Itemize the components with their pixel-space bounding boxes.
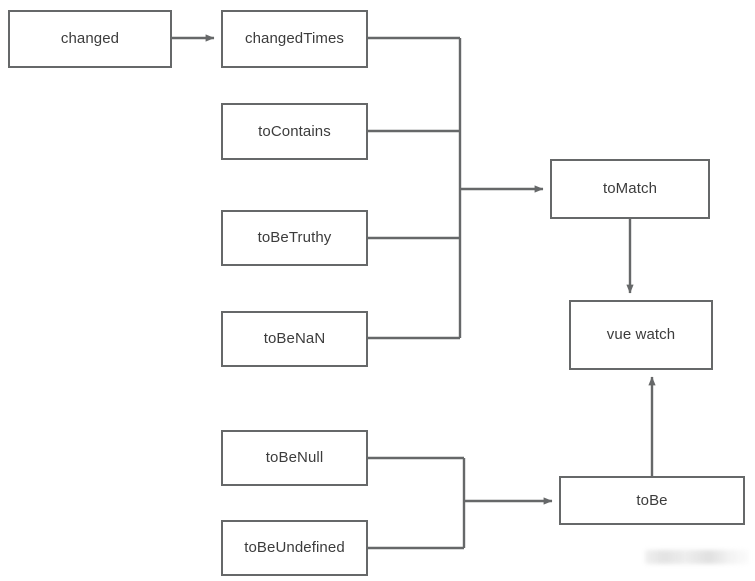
- node-label: vue watch: [606, 326, 676, 343]
- diagram-canvas: changed changedTimes toContains toBeTrut…: [0, 0, 755, 581]
- node-label: toBeNull: [265, 449, 324, 466]
- node-label: toMatch: [602, 180, 658, 197]
- node-label: toBeNaN: [263, 330, 326, 347]
- node-label: toBe: [636, 491, 668, 509]
- node-changed[interactable]: changed: [8, 10, 172, 68]
- node-tobenull[interactable]: toBeNull: [221, 430, 368, 486]
- node-tobe[interactable]: toBe: [559, 476, 745, 525]
- node-changedtimes[interactable]: changedTimes: [221, 10, 368, 68]
- node-label: toContains: [258, 122, 331, 140]
- node-vuewatch[interactable]: vue watch: [569, 300, 713, 370]
- node-tobetruthy[interactable]: toBeTruthy: [221, 210, 368, 266]
- node-label: toBeTruthy: [257, 229, 332, 246]
- node-tobenan[interactable]: toBeNaN: [221, 311, 368, 367]
- node-label: changedTimes: [244, 30, 345, 47]
- node-tocontains[interactable]: toContains: [221, 103, 368, 160]
- node-label: toBeUndefined: [244, 539, 345, 556]
- node-tobeundefined[interactable]: toBeUndefined: [221, 520, 368, 576]
- blurred-watermark: [645, 550, 749, 564]
- node-label: changed: [60, 30, 120, 47]
- node-tomatch[interactable]: toMatch: [550, 159, 710, 219]
